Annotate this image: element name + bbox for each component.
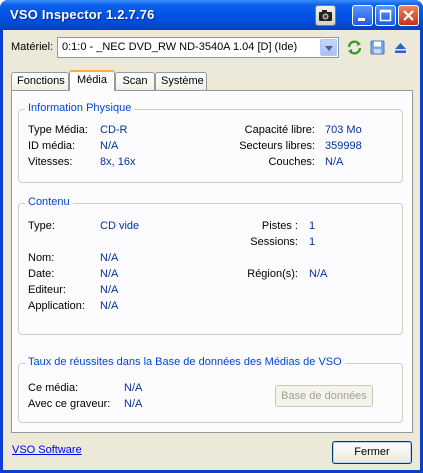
- media-type-label: Type Média:: [28, 124, 88, 136]
- close-button-label: Fermer: [354, 446, 390, 458]
- regions-label: Région(s):: [247, 268, 298, 280]
- database-button-label: Base de données: [281, 390, 367, 402]
- free-sectors-value: 359998: [325, 140, 362, 152]
- close-window-button[interactable]: [398, 5, 419, 26]
- camera-icon: [319, 10, 332, 21]
- group-title: Information Physique: [25, 102, 135, 114]
- title-bar: VSO Inspector 1.2.7.76: [0, 0, 423, 30]
- group-title: Taux de réussites dans la Base de donnée…: [25, 356, 345, 368]
- media-tab-panel: Information Physique Type Média: CD-R ID…: [11, 90, 413, 433]
- refresh-icon: [347, 40, 362, 55]
- save-button[interactable]: [369, 39, 386, 56]
- minimize-icon: [358, 18, 365, 21]
- this-media-value: N/A: [124, 382, 143, 394]
- vso-software-link[interactable]: VSO Software: [12, 444, 82, 456]
- close-button[interactable]: Fermer: [332, 441, 412, 464]
- date-value: N/A: [100, 268, 119, 280]
- free-sectors-label: Secteurs libres:: [239, 140, 315, 152]
- content-group: Contenu Type: CD vide Pistes : 1 Session…: [18, 196, 403, 335]
- chevron-down-icon[interactable]: [320, 39, 337, 56]
- eject-icon: [395, 43, 406, 53]
- editor-label: Editeur:: [28, 284, 66, 296]
- close-icon: [403, 10, 414, 21]
- media-id-label: ID média:: [28, 140, 76, 152]
- maximize-button[interactable]: [375, 5, 396, 26]
- save-icon: [370, 40, 385, 55]
- tab-label: Scan: [122, 75, 148, 87]
- free-capacity-label: Capacité libre:: [244, 124, 315, 136]
- tracks-value: 1: [309, 220, 316, 232]
- application-value: N/A: [100, 300, 119, 312]
- date-label: Date:: [28, 268, 55, 280]
- this-burner-label: Avec ce graveur:: [28, 398, 111, 410]
- device-label: Matériel:: [11, 41, 54, 53]
- this-media-label: Ce média:: [28, 382, 79, 394]
- free-capacity-value: 703 Mo: [325, 124, 362, 136]
- layers-label: Couches:: [268, 156, 315, 168]
- group-title: Contenu: [25, 196, 73, 208]
- physical-info-group: Information Physique Type Média: CD-R ID…: [18, 102, 403, 183]
- media-type-value: CD-R: [100, 124, 128, 136]
- screenshot-button[interactable]: [315, 5, 336, 26]
- editor-value: N/A: [100, 284, 119, 296]
- media-id-value: N/A: [100, 140, 119, 152]
- tab-fonctions[interactable]: Fonctions: [11, 72, 69, 90]
- window-title: VSO Inspector 1.2.7.76: [10, 7, 155, 22]
- tab-scan[interactable]: Scan: [115, 72, 155, 90]
- tracks-label: Pistes :: [261, 220, 298, 232]
- name-label: Nom:: [28, 252, 55, 264]
- eject-button[interactable]: [392, 39, 409, 56]
- minimize-button[interactable]: [352, 5, 373, 26]
- client-area: Matériel: 0:1:0 - _NEC DVD_RW ND-3540A 1…: [3, 30, 420, 470]
- application-label: Application:: [28, 300, 85, 312]
- maximize-icon: [379, 9, 392, 22]
- success-rate-group: Taux de réussites dans la Base de donnée…: [18, 356, 403, 423]
- device-select[interactable]: 0:1:0 - _NEC DVD_RW ND-3540A 1.04 [D] (I…: [57, 37, 339, 58]
- speeds-label: Vitesses:: [28, 156, 73, 168]
- regions-value: N/A: [309, 268, 328, 280]
- sessions-value: 1: [309, 236, 316, 248]
- this-burner-value: N/A: [124, 398, 143, 410]
- tab-media[interactable]: Média: [69, 70, 115, 91]
- content-type-label: Type:: [28, 220, 55, 232]
- tab-label: Fonctions: [17, 75, 65, 87]
- sessions-label: Sessions:: [250, 236, 298, 248]
- tab-label: Système: [161, 75, 204, 87]
- tab-systeme[interactable]: Système: [155, 72, 207, 90]
- layers-value: N/A: [325, 156, 344, 168]
- name-value: N/A: [100, 252, 119, 264]
- app-window: VSO Inspector 1.2.7.76 Matériel: 0:1:0 -…: [0, 0, 423, 473]
- speeds-value: 8x, 16x: [100, 156, 136, 168]
- refresh-button[interactable]: [346, 39, 363, 56]
- device-select-value: 0:1:0 - _NEC DVD_RW ND-3540A 1.04 [D] (I…: [62, 41, 298, 53]
- tab-label: Média: [77, 74, 107, 86]
- database-button[interactable]: Base de données: [275, 385, 373, 407]
- content-type-value: CD vide: [100, 220, 140, 232]
